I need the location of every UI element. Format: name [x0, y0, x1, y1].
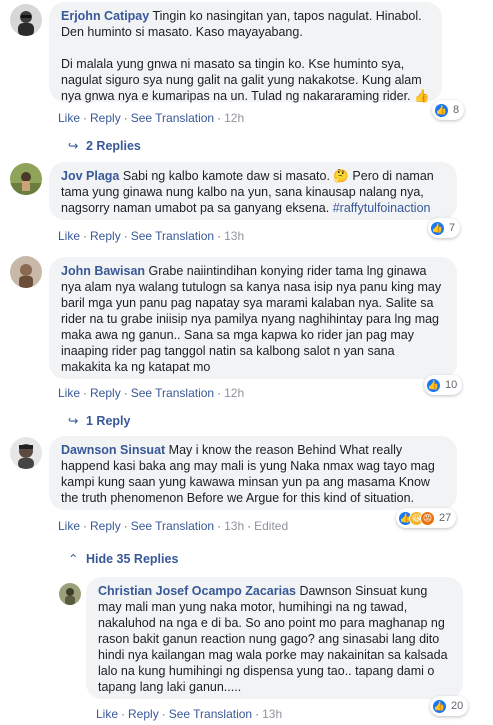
see-translation-link[interactable]: See Translation [131, 519, 214, 533]
comment-author[interactable]: Erjohn Catipay [61, 9, 149, 23]
avatar-photo-icon [10, 256, 42, 288]
comment-actions: Like · Reply · See Translation · 12h [58, 111, 245, 125]
avatar[interactable] [10, 437, 42, 469]
like-button[interactable]: Like [96, 707, 118, 721]
comment-bubble: Christian Josef Ocampo Zacarias Dawnson … [86, 577, 463, 699]
comment-bubble: John Bawisan Grabe naiintindihan konying… [49, 257, 457, 379]
reaction-count: 20 [451, 700, 464, 712]
like-reaction-icon: 👍 [432, 698, 447, 714]
reaction-summary[interactable]: 👍 😆 😡 27 [396, 508, 457, 528]
timestamp[interactable]: 12h [224, 111, 244, 125]
like-reaction-icon: 👍 [426, 377, 441, 393]
comment-text: Grabe naiintindihan konying rider tama l… [61, 264, 442, 374]
avatar[interactable] [59, 583, 81, 605]
avatar[interactable] [10, 163, 42, 195]
reaction-summary[interactable]: 👍 8 [432, 100, 465, 120]
comment-actions: Like · Reply · See Translation · 12h [58, 386, 245, 400]
see-translation-link[interactable]: See Translation [131, 111, 214, 125]
view-replies-link[interactable]: ↪ 2 Replies [68, 138, 141, 153]
see-translation-link[interactable]: See Translation [131, 386, 214, 400]
reaction-summary[interactable]: 👍 7 [428, 218, 461, 238]
hide-replies-link[interactable]: ⌃ Hide 35 Replies [68, 551, 178, 566]
avatar-photo-icon [10, 163, 42, 195]
comment-text: Dawnson Sinsuat kung may mali man yung n… [98, 584, 448, 694]
view-replies-link[interactable]: ↪ 1 Reply [68, 413, 130, 428]
reaction-summary[interactable]: 👍 20 [430, 696, 469, 716]
reply-button[interactable]: Reply [128, 707, 159, 721]
like-reaction-icon: 👍 [434, 102, 449, 118]
reply-arrow-icon: ↪ [68, 139, 79, 153]
reaction-count: 10 [445, 379, 458, 391]
like-reaction-icon: 👍 [430, 220, 445, 236]
reaction-count: 7 [449, 222, 456, 234]
comment-bubble: Jov Plaga Sabi ng kalbo kamote daw si ma… [49, 162, 457, 220]
timestamp[interactable]: 13h [262, 707, 282, 721]
see-translation-link[interactable]: See Translation [131, 229, 214, 243]
avatar[interactable] [10, 256, 42, 288]
comment-actions: Like · Reply · See Translation · 13h [58, 229, 245, 243]
like-button[interactable]: Like [58, 386, 80, 400]
comment-author[interactable]: Jov Plaga [61, 169, 119, 183]
avatar[interactable] [10, 4, 42, 36]
like-button[interactable]: Like [58, 111, 80, 125]
reply-button[interactable]: Reply [90, 229, 121, 243]
avatar-photo-icon [10, 4, 42, 36]
avatar-photo-icon [10, 437, 42, 469]
hashtag-link[interactable]: #raffytulfoinaction [333, 201, 431, 215]
comment-author[interactable]: John Bawisan [61, 264, 145, 278]
timestamp[interactable]: 13h [224, 229, 244, 243]
comment-actions: Like · Reply · See Translation · 13h [96, 707, 283, 721]
like-button[interactable]: Like [58, 229, 80, 243]
chevron-up-icon: ⌃ [68, 552, 79, 566]
comment-bubble: Erjohn Catipay Tingin ko nasingitan yan,… [49, 2, 442, 103]
comment-actions: Like · Reply · See Translation · 13h · Edited [58, 519, 289, 533]
reply-button[interactable]: Reply [90, 111, 121, 125]
avatar-photo-icon [59, 583, 81, 605]
reply-button[interactable]: Reply [90, 519, 121, 533]
edited-label[interactable]: Edited [254, 519, 288, 533]
comment-text-paragraph: Di malala yung gnwa ni masato sa tingin … [61, 57, 430, 103]
reaction-summary[interactable]: 👍 10 [424, 375, 463, 395]
timestamp[interactable]: 12h [224, 386, 244, 400]
comment-author[interactable]: Dawnson Sinsuat [61, 443, 165, 457]
reply-arrow-icon: ↪ [68, 414, 79, 428]
like-button[interactable]: Like [58, 519, 80, 533]
comment-author[interactable]: Christian Josef Ocampo Zacarias [98, 584, 296, 598]
reaction-count: 8 [453, 104, 460, 116]
angry-reaction-icon: 😡 [420, 510, 435, 526]
comment-bubble: Dawnson Sinsuat May i know the reason Be… [49, 436, 457, 510]
reply-button[interactable]: Reply [90, 386, 121, 400]
reaction-count: 27 [439, 512, 452, 524]
timestamp[interactable]: 13h [224, 519, 244, 533]
see-translation-link[interactable]: See Translation [169, 707, 252, 721]
